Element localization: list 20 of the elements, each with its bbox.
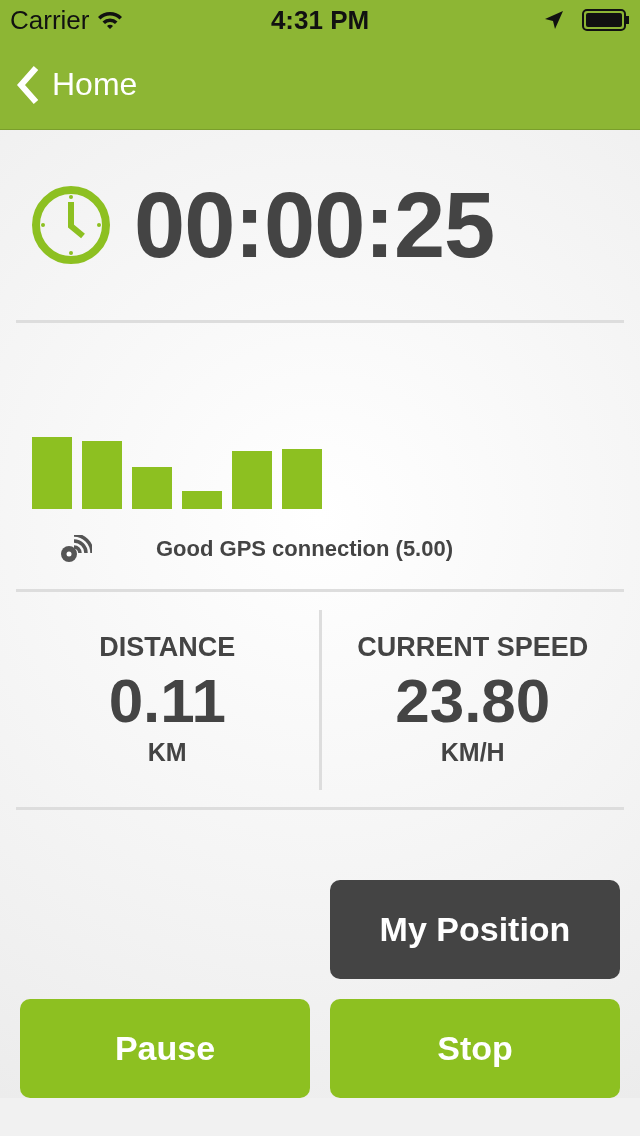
stat-value: 23.80 (395, 665, 551, 736)
stat-unit: KM (147, 738, 187, 767)
elapsed-time: 00:00:25 (134, 172, 495, 278)
back-button[interactable]: Home (16, 64, 138, 105)
wifi-icon (97, 10, 124, 30)
gps-status: Good GPS connection (5.00) (156, 536, 454, 562)
action-button[interactable]: Stop (330, 999, 620, 1098)
clock-time: 4:31 PM (269, 4, 371, 36)
back-chevron-icon (16, 64, 40, 105)
clock-icon (30, 184, 112, 266)
stat-label: DISTANCE (99, 632, 236, 663)
stat-unit: KM/H (440, 738, 505, 767)
stat-value: 0.11 (108, 665, 226, 736)
position-button[interactable]: My Position (330, 880, 620, 979)
satellite-signal-icon (60, 535, 92, 563)
battery-icon (582, 9, 630, 31)
stat-label: CURRENT SPEED (357, 632, 589, 663)
carrier-name: Carrier (10, 4, 90, 36)
action-button[interactable]: Pause (20, 999, 310, 1098)
location-arrow-icon (544, 10, 564, 30)
